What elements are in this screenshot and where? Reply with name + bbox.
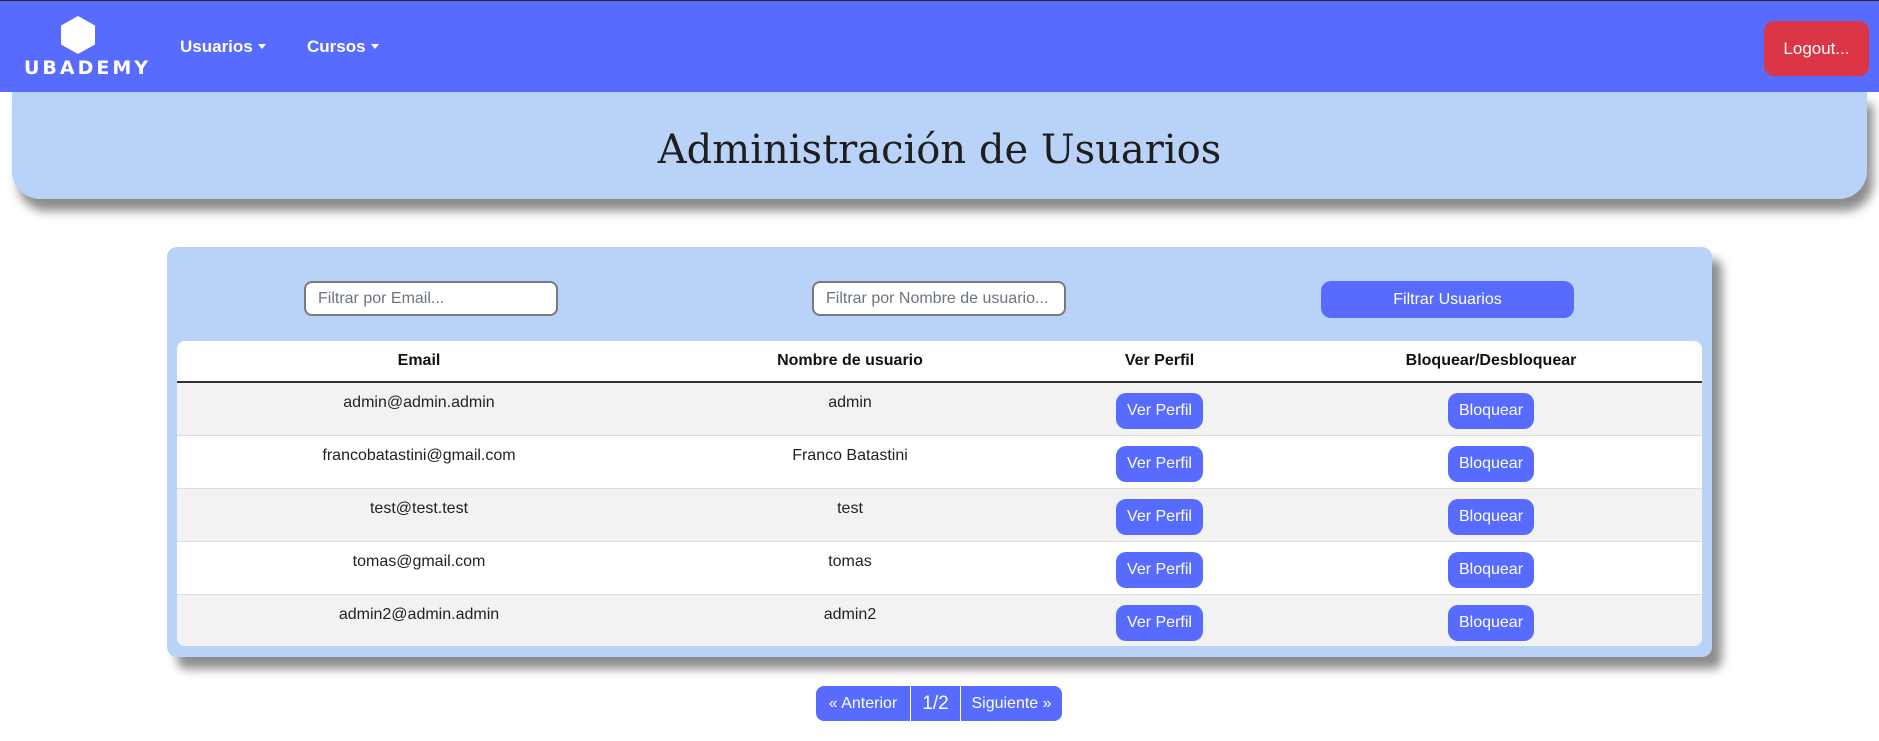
view-profile-cell: Ver Perfil	[1039, 594, 1280, 646]
table-row: test@test.test test Ver Perfil Bloquear	[177, 488, 1702, 542]
block-user-button[interactable]: Bloquear	[1447, 604, 1535, 641]
email-cell: tomas@gmail.com	[177, 541, 661, 595]
view-profile-button[interactable]: Ver Perfil	[1116, 604, 1203, 641]
column-header-block: Bloquear/Desbloquear	[1280, 341, 1702, 383]
users-table-container: Email Nombre de usuario Ver Perfil Bloqu…	[177, 341, 1702, 646]
pagination-prev-button[interactable]: « Anterior	[816, 686, 911, 721]
username-cell: admin	[661, 382, 1039, 436]
pagination-next-button[interactable]: Siguiente »	[961, 686, 1062, 721]
top-navbar: UBADEMY Usuarios Cursos Logout...	[0, 0, 1879, 92]
nav-menu-cursos[interactable]: Cursos	[307, 37, 379, 57]
table-row: admin2@admin.admin admin2 Ver Perfil Blo…	[177, 594, 1702, 646]
view-profile-cell: Ver Perfil	[1039, 488, 1280, 542]
block-user-button[interactable]: Bloquear	[1447, 498, 1535, 535]
view-profile-cell: Ver Perfil	[1039, 541, 1280, 595]
table-row: tomas@gmail.com tomas Ver Perfil Bloquea…	[177, 541, 1702, 595]
column-header-view-profile: Ver Perfil	[1039, 341, 1280, 383]
block-user-button[interactable]: Bloquear	[1447, 445, 1535, 482]
email-cell: francobatastini@gmail.com	[177, 435, 661, 489]
email-cell: test@test.test	[177, 488, 661, 542]
username-cell: test	[661, 488, 1039, 542]
column-header-email: Email	[177, 341, 661, 383]
view-profile-button[interactable]: Ver Perfil	[1116, 445, 1203, 482]
column-header-username: Nombre de usuario	[661, 341, 1039, 383]
block-cell: Bloquear	[1280, 541, 1702, 595]
caret-down-icon	[257, 44, 266, 49]
view-profile-cell: Ver Perfil	[1039, 382, 1280, 436]
block-cell: Bloquear	[1280, 594, 1702, 646]
brand-name: UBADEMY	[24, 57, 152, 79]
users-table: Email Nombre de usuario Ver Perfil Bloqu…	[177, 341, 1702, 646]
view-profile-button[interactable]: Ver Perfil	[1116, 551, 1203, 588]
nav-menu-cursos-label: Cursos	[307, 37, 366, 56]
username-cell: admin2	[661, 594, 1039, 646]
brand-logo[interactable]: UBADEMY	[24, 15, 152, 79]
nav-menu-usuarios[interactable]: Usuarios	[180, 37, 266, 57]
email-cell: admin2@admin.admin	[177, 594, 661, 646]
table-row: francobatastini@gmail.com Franco Batasti…	[177, 435, 1702, 489]
username-cell: tomas	[661, 541, 1039, 595]
filter-users-button[interactable]: Filtrar Usuarios	[1321, 281, 1574, 318]
username-filter-input[interactable]	[812, 281, 1066, 316]
block-cell: Bloquear	[1280, 488, 1702, 542]
logout-button[interactable]: Logout...	[1764, 21, 1869, 76]
table-row: admin@admin.admin admin Ver Perfil Bloqu…	[177, 382, 1702, 436]
view-profile-button[interactable]: Ver Perfil	[1116, 498, 1203, 535]
users-card: Filtrar Usuarios Email Nombre de usuario…	[167, 247, 1712, 657]
view-profile-cell: Ver Perfil	[1039, 435, 1280, 489]
email-cell: admin@admin.admin	[177, 382, 661, 436]
pagination-current-page: 1/2	[911, 686, 961, 721]
username-cell: Franco Batastini	[661, 435, 1039, 489]
hexagon-logo-icon	[61, 16, 95, 54]
view-profile-button[interactable]: Ver Perfil	[1116, 392, 1203, 429]
block-user-button[interactable]: Bloquear	[1447, 392, 1535, 429]
block-cell: Bloquear	[1280, 382, 1702, 436]
pagination: « Anterior 1/2 Siguiente »	[816, 686, 1062, 721]
page-title: Administración de Usuarios	[657, 126, 1222, 173]
nav-menu-usuarios-label: Usuarios	[180, 37, 253, 56]
table-header-row: Email Nombre de usuario Ver Perfil Bloqu…	[177, 341, 1702, 383]
header-banner: Administración de Usuarios	[12, 92, 1867, 199]
block-user-button[interactable]: Bloquear	[1447, 551, 1535, 588]
caret-down-icon	[370, 44, 379, 49]
block-cell: Bloquear	[1280, 435, 1702, 489]
email-filter-input[interactable]	[304, 281, 558, 316]
